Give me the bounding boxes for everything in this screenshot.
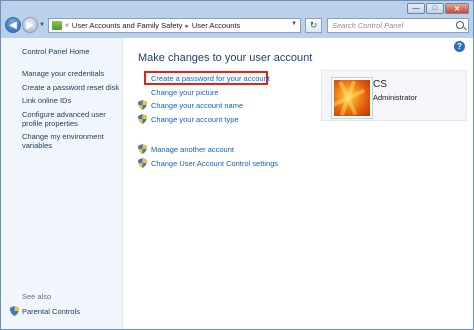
uac-settings-label: Change User Account Control settings [151, 158, 279, 168]
sidebar-item-link-online-ids[interactable]: Link online IDs [22, 96, 71, 105]
title-bar: — □ ✕ [1, 1, 473, 14]
history-dropdown-icon[interactable]: ▼ [39, 22, 45, 28]
account-role: Administrator [373, 93, 418, 102]
account-name: CS [373, 79, 387, 90]
content-area: Control Panel Home Manage your credentia… [1, 38, 473, 329]
search-placeholder: Search Control Panel [332, 21, 404, 30]
help-icon[interactable]: ? [454, 41, 465, 52]
shield-icon [138, 100, 147, 110]
shield-icon [10, 306, 19, 316]
address-dropdown-icon[interactable]: ▼ [291, 21, 297, 27]
forward-button[interactable]: ▶ [22, 17, 38, 33]
shield-icon [138, 144, 147, 154]
close-icon: ✕ [454, 5, 460, 13]
close-button[interactable]: ✕ [445, 3, 469, 14]
minimize-button[interactable]: — [407, 3, 425, 14]
back-button[interactable]: ◀ [5, 17, 21, 33]
search-icon[interactable] [456, 21, 464, 29]
change-account-name-link[interactable]: Change your account name [138, 100, 243, 110]
shield-icon [138, 114, 147, 124]
sidebar-item-parental-controls[interactable]: Parental Controls [10, 306, 80, 316]
breadcrumb-separator-icon[interactable]: ▸ [185, 22, 189, 30]
sidebar: Control Panel Home Manage your credentia… [1, 38, 123, 329]
control-panel-icon [52, 21, 62, 30]
breadcrumb-user-accounts-family-safety[interactable]: User Accounts and Family Safety [72, 21, 182, 30]
address-bar[interactable]: « User Accounts and Family Safety ▸ User… [48, 18, 301, 33]
change-picture-label: Change your picture [151, 88, 219, 97]
change-account-type-label: Change your account type [151, 114, 239, 124]
change-account-type-link[interactable]: Change your account type [138, 114, 239, 124]
breadcrumb-user-accounts[interactable]: User Accounts [192, 21, 240, 30]
create-password-link[interactable]: Create a password for your account [151, 74, 270, 83]
address-overflow-chevron[interactable]: « [65, 22, 69, 29]
avatar [332, 78, 372, 118]
refresh-icon: ↻ [309, 20, 318, 30]
create-password-label: Create a password for your account [151, 74, 270, 83]
manage-another-account-link[interactable]: Manage another account [138, 144, 234, 154]
uac-settings-link[interactable]: Change User Account Control settings [138, 158, 278, 168]
change-picture-link[interactable]: Change your picture [151, 88, 219, 97]
sidebar-item-manage-credentials[interactable]: Manage your credentials [22, 69, 104, 78]
shield-icon [138, 158, 147, 168]
sidebar-item-advanced-profile-properties[interactable]: Configure advanced user profile properti… [22, 110, 118, 128]
page-title: Make changes to your user account [138, 52, 313, 64]
manage-another-account-label: Manage another account [151, 144, 234, 154]
sidebar-item-control-panel-home[interactable]: Control Panel Home [22, 47, 90, 56]
control-panel-window: — □ ✕ ◀ ▶ ▼ « User Accounts and Family S… [0, 0, 474, 330]
see-also-heading: See also [22, 292, 52, 301]
change-account-name-label: Change your account name [151, 100, 244, 110]
minimize-icon: — [412, 5, 420, 12]
sidebar-item-environment-variables[interactable]: Change my environment variables [22, 132, 118, 150]
window-controls: — □ ✕ [407, 3, 469, 14]
maximize-button[interactable]: □ [426, 3, 444, 14]
parental-controls-label: Parental Controls [22, 306, 80, 316]
navigation-bar: ◀ ▶ ▼ « User Accounts and Family Safety … [1, 15, 473, 37]
maximize-icon: □ [432, 5, 438, 12]
sidebar-item-password-reset-disk[interactable]: Create a password reset disk [22, 83, 119, 92]
refresh-button[interactable]: ↻ [305, 18, 322, 33]
account-tile: CS Administrator [321, 70, 467, 121]
search-input[interactable]: Search Control Panel [327, 18, 469, 33]
forward-arrow-icon: ▶ [26, 19, 34, 31]
back-arrow-icon: ◀ [9, 19, 17, 31]
